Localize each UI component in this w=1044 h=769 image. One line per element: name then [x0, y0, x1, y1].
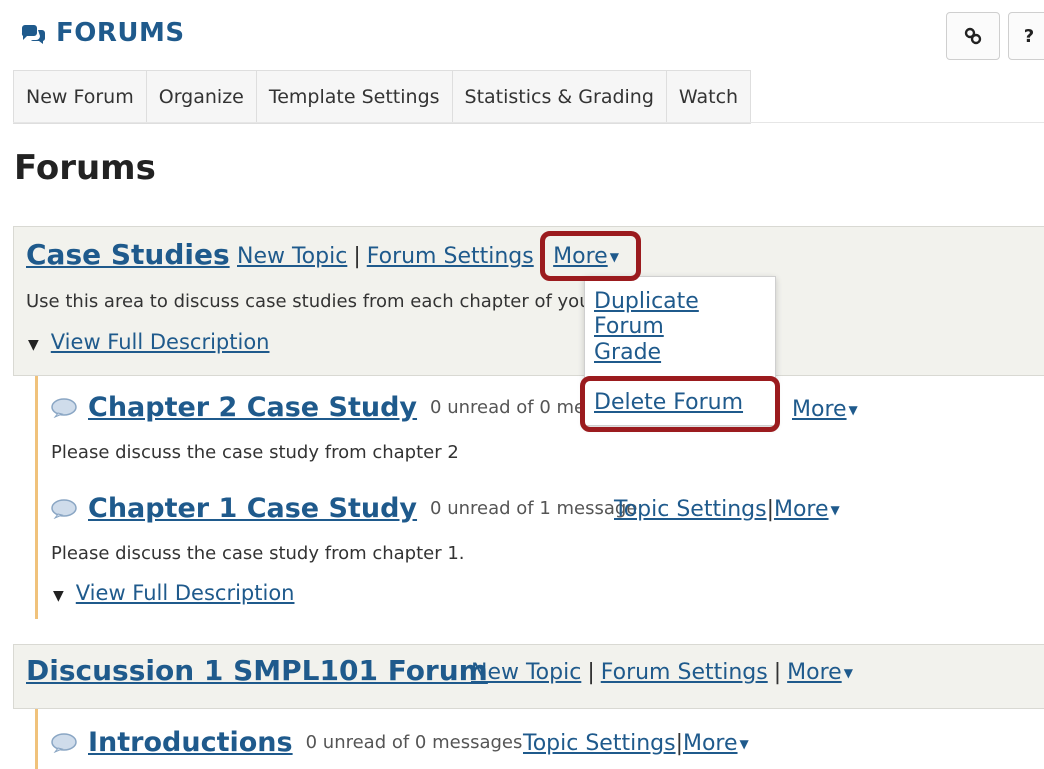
- view-full-description[interactable]: ▼ View Full Description: [53, 581, 294, 605]
- topic-title[interactable]: Chapter 2 Case Study: [88, 392, 417, 423]
- tool-title: FORUMS: [56, 18, 185, 48]
- new-topic-link[interactable]: New Topic: [237, 244, 347, 269]
- more-menu-link[interactable]: More: [774, 497, 829, 522]
- forum-actions: New Topic | Forum Settings | More ▼: [471, 660, 853, 685]
- separator: |: [587, 660, 595, 685]
- nav-statistics-grading[interactable]: Statistics & Grading: [452, 71, 667, 123]
- caret-down-icon: ▼: [848, 403, 858, 417]
- forum-settings-link[interactable]: Forum Settings: [367, 244, 534, 269]
- help-icon: ?: [1023, 25, 1035, 47]
- more-menu-link[interactable]: More: [683, 731, 738, 756]
- menu-item-grade[interactable]: Grade: [594, 340, 661, 365]
- topic-title[interactable]: Chapter 1 Case Study: [88, 493, 417, 524]
- topic-settings-link[interactable]: Topic Settings: [523, 731, 676, 756]
- forum-title-discussion-1[interactable]: Discussion 1 SMPL101 Forum: [26, 654, 488, 687]
- nav-template-settings[interactable]: Template Settings: [256, 71, 453, 123]
- menu-item-delete-forum[interactable]: Delete Forum: [594, 390, 743, 415]
- topic-row: Chapter 2 Case Study 0 unread of 0 messa…: [51, 392, 647, 423]
- page-title: Forums: [14, 148, 156, 188]
- view-full-description-link[interactable]: View Full Description: [76, 581, 295, 605]
- topic-title[interactable]: Introductions: [88, 727, 293, 758]
- view-full-description[interactable]: ▼ View Full Description: [28, 330, 269, 354]
- chat-bubble-icon: [51, 397, 77, 418]
- more-dropdown-menu: Duplicate Forum Grade Delete Forum: [584, 276, 776, 426]
- separator: |: [539, 244, 548, 269]
- topic-group-border: [35, 376, 38, 619]
- separator: |: [675, 731, 683, 756]
- topic-row: Introductions 0 unread of 0 messages: [51, 727, 522, 758]
- nav-watch[interactable]: Watch: [666, 71, 752, 123]
- link-button[interactable]: [946, 12, 1000, 60]
- topic-group-border: [35, 709, 38, 769]
- forum-title-case-studies[interactable]: Case Studies: [26, 238, 230, 271]
- topic-actions: More ▼: [792, 397, 858, 422]
- topic-description: Please discuss the case study from chapt…: [51, 543, 465, 564]
- menu-item-duplicate-forum[interactable]: Duplicate Forum: [594, 289, 775, 339]
- topic-row: Chapter 1 Case Study 0 unread of 1 messa…: [51, 493, 637, 524]
- nav-new-forum[interactable]: New Forum: [14, 71, 147, 123]
- separator: |: [766, 497, 774, 522]
- link-icon: [964, 27, 982, 45]
- forum-description: Use this area to discuss case studies fr…: [26, 291, 599, 312]
- more-menu-link[interactable]: More: [792, 397, 847, 422]
- tool-nav: New Forum Organize Template Settings Sta…: [13, 70, 752, 124]
- caret-down-icon: ▼: [739, 737, 749, 751]
- forum-settings-link[interactable]: Forum Settings: [601, 660, 768, 685]
- topic-actions: Topic Settings|More ▼: [523, 731, 749, 756]
- topic-message-count: 0 unread of 0 messages: [305, 732, 523, 753]
- nav-divider: [13, 122, 1044, 123]
- forums-icon: [21, 25, 46, 44]
- chat-bubble-icon: [51, 732, 77, 753]
- tool-header: FORUMS: [20, 18, 185, 48]
- topic-message-count: 0 unread of 1 message: [430, 498, 638, 519]
- triangle-down-icon: ▼: [28, 337, 39, 353]
- forum-actions: New Topic | Forum Settings | More ▼: [237, 244, 619, 269]
- separator: |: [773, 660, 782, 685]
- nav-organize[interactable]: Organize: [146, 71, 257, 123]
- more-menu-link[interactable]: More: [787, 660, 842, 685]
- caret-down-icon: ▼: [843, 666, 853, 680]
- triangle-down-icon: ▼: [53, 588, 64, 604]
- caret-down-icon: ▼: [830, 503, 840, 517]
- caret-down-icon: ▼: [609, 250, 619, 264]
- topic-description: Please discuss the case study from chapt…: [51, 442, 459, 463]
- more-menu-link[interactable]: More: [553, 244, 608, 269]
- new-topic-link[interactable]: New Topic: [471, 660, 581, 685]
- view-full-description-link[interactable]: View Full Description: [51, 330, 270, 354]
- chat-bubble-icon: [51, 498, 77, 519]
- topic-actions: Topic Settings|More ▼: [614, 497, 840, 522]
- topic-settings-link[interactable]: Topic Settings: [614, 497, 767, 522]
- separator: |: [353, 244, 361, 269]
- help-button[interactable]: ?: [1008, 12, 1044, 60]
